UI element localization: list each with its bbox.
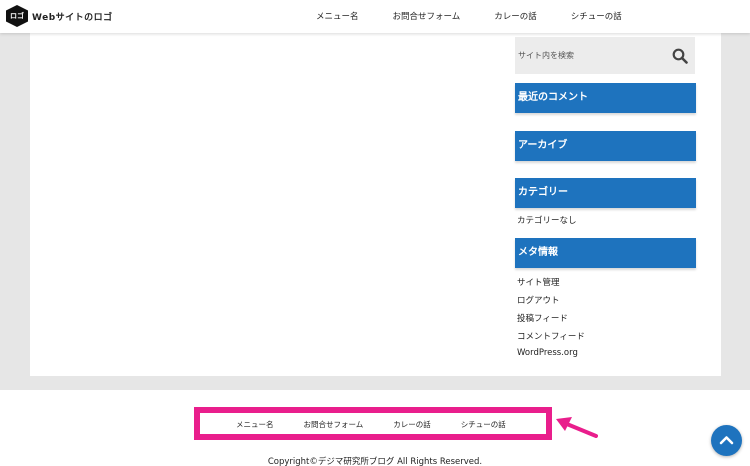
- nav-item-curry[interactable]: カレーの話: [494, 10, 537, 22]
- meta-link-posts-feed[interactable]: 投稿フィード: [517, 312, 568, 324]
- meta-link-logout[interactable]: ログアウト: [517, 294, 560, 306]
- site-footer: メニュー名 お問合せフォーム カレーの話 シチューの話 Copyright©デジ…: [0, 390, 750, 466]
- site-logo[interactable]: ロゴ Webサイトのロゴ: [6, 5, 113, 27]
- footer-nav-item-menu[interactable]: メニュー名: [236, 419, 274, 430]
- copyright-text: Copyright©デジマ研究所ブログ All Rights Reserved.: [267, 457, 483, 466]
- main-content: 最近のコメント アーカイブ カテゴリー カテゴリーなし メタ情報 サイト管理 ロ…: [30, 33, 721, 376]
- widget-title-recent-comments: 最近のコメント: [515, 83, 696, 113]
- header-nav: メニュー名 お問合せフォーム カレーの話 シチューの話: [316, 10, 656, 22]
- footer-nav-item-contact[interactable]: お問合せフォーム: [304, 419, 364, 430]
- nav-item-stew[interactable]: シチューの話: [571, 10, 622, 22]
- footer-nav: メニュー名 お問合せフォーム カレーの話 シチューの話: [236, 419, 536, 430]
- meta-link-site-admin[interactable]: サイト管理: [517, 276, 560, 288]
- footer-nav-highlight: メニュー名 お問合せフォーム カレーの話 シチューの話: [194, 407, 552, 440]
- chevron-up-icon: [719, 436, 734, 445]
- nav-item-contact[interactable]: お問合せフォーム: [393, 10, 461, 22]
- search-box: [515, 37, 695, 74]
- search-icon[interactable]: [672, 48, 688, 64]
- logo-text: Webサイトのロゴ: [32, 12, 113, 23]
- widget-title-categories: カテゴリー: [515, 178, 696, 208]
- site-header: ロゴ Webサイトのロゴ メニュー名 お問合せフォーム カレーの話 シチューの話: [0, 0, 750, 33]
- footer-nav-item-stew[interactable]: シチューの話: [461, 419, 506, 430]
- widget-title-archives: アーカイブ: [515, 131, 696, 161]
- search-input[interactable]: [515, 37, 665, 74]
- logo-mark-icon: ロゴ: [6, 5, 28, 27]
- meta-link-wordpress-org[interactable]: WordPress.org: [517, 348, 578, 358]
- footer-nav-item-curry[interactable]: カレーの話: [393, 419, 431, 430]
- nav-item-menu[interactable]: メニュー名: [316, 10, 359, 22]
- back-to-top-button[interactable]: [711, 425, 742, 456]
- category-link-uncategorized[interactable]: カテゴリーなし: [517, 214, 577, 226]
- meta-link-comments-feed[interactable]: コメントフィード: [517, 330, 585, 342]
- widget-title-meta: メタ情報: [515, 238, 696, 268]
- arrow-icon: [556, 417, 598, 438]
